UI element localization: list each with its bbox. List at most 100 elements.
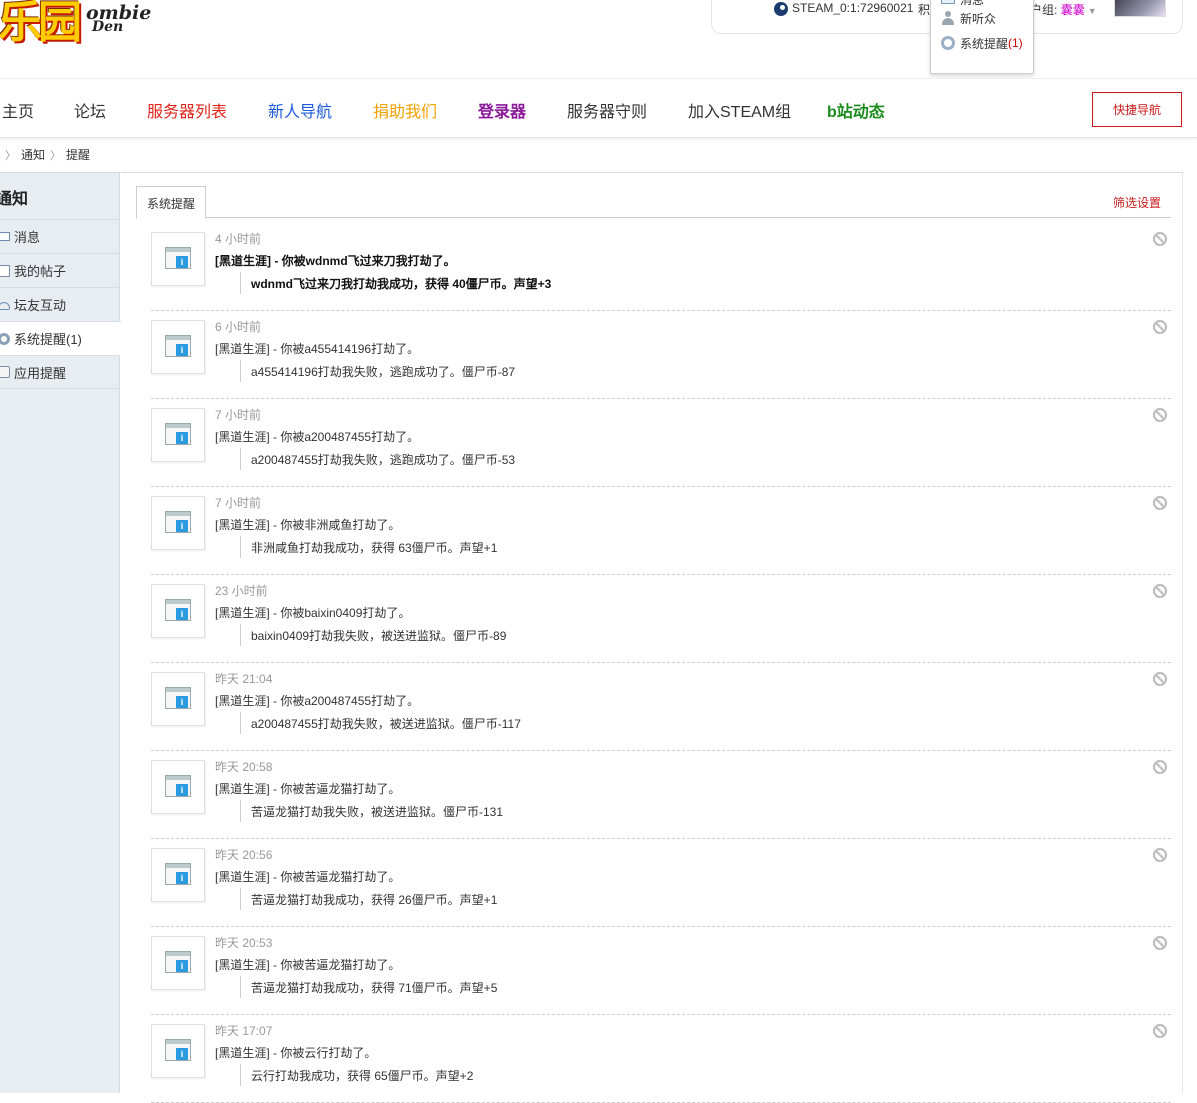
nav-launcher[interactable]: 登录器 xyxy=(478,98,526,122)
notification-detail: a455414196打劫我失败，逃跑成功了。僵尸币-87 xyxy=(240,360,515,382)
info-window-icon xyxy=(165,511,191,533)
notification-detail: a200487455打劫我失败，被送进监狱。僵尸币-117 xyxy=(240,712,521,734)
sidebar-item-my-posts[interactable]: 我的帖子 xyxy=(0,253,120,287)
filter-settings-link[interactable]: 筛选设置 xyxy=(1113,194,1161,211)
nav-forum[interactable]: 论坛 xyxy=(74,98,106,122)
info-window-icon xyxy=(165,335,191,357)
notification-time: 昨天 20:56 xyxy=(215,848,273,862)
ignore-icon[interactable] xyxy=(1153,496,1167,510)
breadcrumb-notice[interactable]: 通知 xyxy=(21,148,45,162)
info-window-icon xyxy=(165,951,191,973)
steam-icon xyxy=(774,2,788,16)
notification-type-icon xyxy=(151,496,205,550)
notification-item: 4 小时前 [黑道生涯] - 你被wdnmd飞过来刀我打劫了。 wdnmd飞过来刀我… xyxy=(151,223,1171,311)
sidebar: 通知 消息 我的帖子 坛友互动 系统提醒(1) 应用提醒 xyxy=(0,172,121,1093)
notification-time: 昨天 21:04 xyxy=(215,672,273,686)
ignore-icon[interactable] xyxy=(1153,232,1167,246)
chevron-right-icon: 〉 xyxy=(50,150,62,162)
notification-time: 昨天 20:53 xyxy=(215,936,273,950)
info-window-icon xyxy=(165,247,191,269)
gear-icon xyxy=(0,332,10,345)
ignore-icon[interactable] xyxy=(1153,760,1167,774)
nav-donate[interactable]: 捐助我们 xyxy=(373,98,437,122)
info-window-icon xyxy=(165,687,191,709)
nav-server-list[interactable]: 服务器列表 xyxy=(147,98,227,122)
steam-id[interactable]: STEAM_0:1:72960021 xyxy=(792,1,913,15)
nav-server-rules[interactable]: 服务器守则 xyxy=(567,98,647,122)
notification-title: [黑道生涯] - 你被苦逼龙猫打劫了。 xyxy=(215,782,401,796)
notification-type-icon xyxy=(151,848,205,902)
notification-time: 昨天 20:58 xyxy=(215,760,273,774)
notification-detail: 苦逼龙猫打劫我成功，获得 71僵尸币。声望+5 xyxy=(240,976,497,998)
gear-icon xyxy=(941,36,955,50)
nav-bilibili[interactable]: b站动态 xyxy=(827,98,885,122)
notification-detail: 非洲咸鱼打劫我成功，获得 63僵尸币。声望+1 xyxy=(240,536,497,558)
notification-time: 7 小时前 xyxy=(215,496,262,510)
app-icon xyxy=(0,366,10,378)
notification-title: [黑道生涯] - 你被苦逼龙猫打劫了。 xyxy=(215,870,401,884)
breadcrumb-alert[interactable]: 提醒 xyxy=(66,148,90,162)
site-header: 乐园 ombie Den STEAM_0:1:72960021 积 户组: 囊囊… xyxy=(0,0,1197,78)
ignore-icon[interactable] xyxy=(1153,672,1167,686)
mail-icon xyxy=(941,0,955,4)
nav-join-steam-group[interactable]: 加入STEAM组 xyxy=(688,98,791,122)
notification-type-icon xyxy=(151,672,205,726)
notification-detail: a200487455打劫我失败，逃跑成功了。僵尸币-53 xyxy=(240,448,515,470)
notification-item: 昨天 17:07 [黑道生涯] - 你被云行打劫了。云行打劫我成功，获得 65僵尸… xyxy=(151,1015,1171,1103)
user-group-label: 户组: xyxy=(1030,3,1058,17)
notification-title: [黑道生涯] - 你被a455414196打劫了。 xyxy=(215,342,420,356)
sidebar-item-system-alerts[interactable]: 系统提醒(1) xyxy=(0,321,121,355)
nav-home[interactable]: 主页 xyxy=(2,98,34,122)
dropdown-item-new-followers[interactable]: 新听众 xyxy=(941,8,996,28)
nav-newbie-guide[interactable]: 新人导航 xyxy=(268,98,332,122)
notification-item: 昨天 20:56 [黑道生涯] - 你被苦逼龙猫打劫了。苦逼龙猫打劫我成功，获得 … xyxy=(151,839,1171,927)
chevron-right-icon: 〉 xyxy=(5,150,16,162)
notification-time: 7 小时前 xyxy=(215,408,262,422)
avatar[interactable] xyxy=(1114,0,1166,17)
notification-title: [黑道生涯] - 你被a200487455打劫了。 xyxy=(215,430,420,444)
notification-type-icon xyxy=(151,232,205,286)
site-logo[interactable]: 乐园 ombie Den xyxy=(0,0,152,48)
notification-item: 7 小时前 [黑道生涯] - 你被非洲咸鱼打劫了。非洲咸鱼打劫我成功，获得 63僵… xyxy=(151,487,1171,575)
document-icon xyxy=(0,264,10,277)
notification-item: 6 小时前 [黑道生涯] - 你被a455414196打劫了。 a455414196… xyxy=(151,311,1171,399)
main-content: 系统提醒 筛选设置 4 小时前 [黑道生涯] - 你被wdnmd飞过来刀我打劫了。… xyxy=(121,172,1183,1103)
sidebar-item-app-alerts[interactable]: 应用提醒 xyxy=(0,355,120,389)
sidebar-item-messages[interactable]: 消息 xyxy=(0,219,120,253)
tab-system-alerts[interactable]: 系统提醒 xyxy=(136,186,206,219)
user-icon xyxy=(941,11,955,25)
ignore-icon[interactable] xyxy=(1153,1024,1167,1038)
dropdown-item-system-alerts[interactable]: 系统提醒 (1) xyxy=(941,33,1023,53)
notification-type-icon xyxy=(151,1024,205,1078)
notification-type-icon xyxy=(151,760,205,814)
info-window-icon xyxy=(165,423,191,445)
notification-title: [黑道生涯] - 你被非洲咸鱼打劫了。 xyxy=(215,518,401,532)
notification-type-icon xyxy=(151,320,205,374)
points-label[interactable]: 积 xyxy=(918,1,930,18)
info-window-icon xyxy=(165,775,191,797)
ignore-icon[interactable] xyxy=(1153,320,1167,334)
quick-nav-button[interactable]: 快捷导航 xyxy=(1092,92,1182,127)
logo-glyph: 乐园 xyxy=(0,0,82,48)
notification-item: 昨天 21:04 [黑道生涯] - 你被a200487455打劫了。 a200487… xyxy=(151,663,1171,751)
logo-subtitle: ombie Den xyxy=(86,2,152,35)
notification-time: 23 小时前 xyxy=(215,584,268,598)
ignore-icon[interactable] xyxy=(1153,408,1167,422)
notification-detail: wdnmd飞过来刀我打劫我成功，获得 40僵尸币。声望+3 xyxy=(240,272,551,294)
tab-bar: 系统提醒 筛选设置 xyxy=(136,186,1171,219)
notification-item: 7 小时前 [黑道生涯] - 你被a200487455打劫了。 a200487455… xyxy=(151,399,1171,487)
notification-dropdown: 消息 新听众 系统提醒(1) xyxy=(930,0,1034,74)
ignore-icon[interactable] xyxy=(1153,848,1167,862)
notification-type-icon xyxy=(151,584,205,638)
sidebar-item-interactions[interactable]: 坛友互动 xyxy=(0,287,120,321)
ignore-icon[interactable] xyxy=(1153,936,1167,950)
notification-title: [黑道生涯] - 你被baixin0409打劫了。 xyxy=(215,606,411,620)
user-group[interactable]: 户组: 囊囊 ▼ xyxy=(1030,1,1097,18)
notification-title: [黑道生涯] - 你被a200487455打劫了。 xyxy=(215,694,420,708)
notification-time: 4 小时前 xyxy=(215,232,262,246)
breadcrumb: 〉通知〉提醒 xyxy=(0,146,90,164)
sidebar-title: 通知 xyxy=(0,191,29,208)
notification-detail: 苦逼龙猫打劫我失败，被送进监狱。僵尸币-131 xyxy=(240,800,503,822)
ignore-icon[interactable] xyxy=(1153,584,1167,598)
info-window-icon xyxy=(165,599,191,621)
